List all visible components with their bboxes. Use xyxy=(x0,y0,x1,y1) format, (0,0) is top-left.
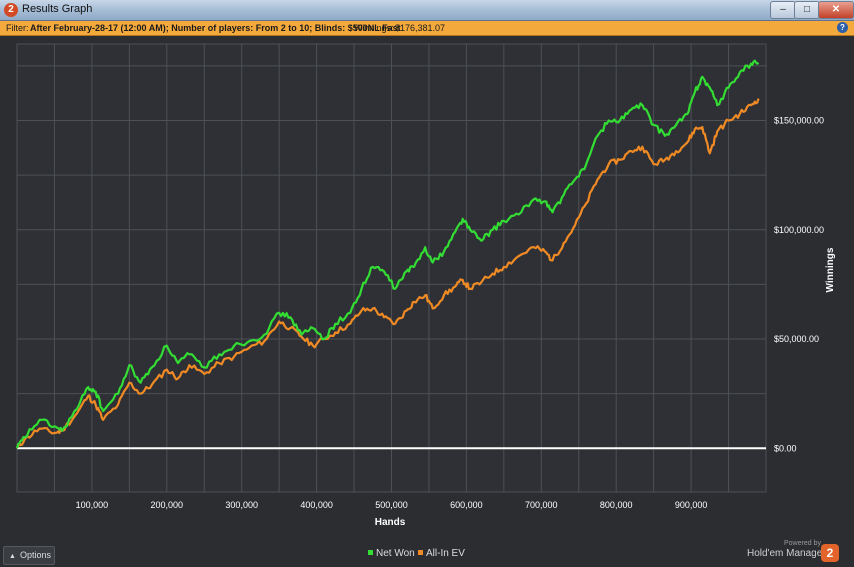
x-tick-label: 400,000 xyxy=(300,500,333,510)
x-tick-label: 600,000 xyxy=(450,500,483,510)
filter-description: After February-28-17 (12:00 AM); Number … xyxy=(30,23,401,33)
legend-label-net-won: Net Won xyxy=(376,548,415,559)
bottom-bar: ▲ Options Net Won All-In EV Powered by Ho… xyxy=(0,540,854,567)
maximize-button[interactable]: □ xyxy=(794,1,820,19)
grid-lines xyxy=(16,43,767,493)
legend-item-net-won[interactable]: Net Won xyxy=(368,548,415,559)
x-tick-label: 200,000 xyxy=(151,500,184,510)
window-title: Results Graph xyxy=(22,3,93,15)
x-tick-label: 900,000 xyxy=(675,500,708,510)
y-tick-label: $150,000.00 xyxy=(774,115,824,125)
winnings-value: $176,381.07 xyxy=(395,23,446,33)
minimize-button[interactable]: – xyxy=(770,1,796,19)
filter-bar: Filter: After February-28-17 (12:00 AM);… xyxy=(0,21,854,36)
x-tick-label: 300,000 xyxy=(225,500,258,510)
y-tick-label: $50,000.00 xyxy=(774,334,819,344)
y-tick-label: $100,000.00 xyxy=(774,225,824,235)
x-tick-label: 800,000 xyxy=(600,500,633,510)
x-tick-label: 100,000 xyxy=(76,500,109,510)
powered-by-text: Powered by xyxy=(784,540,821,547)
x-tick-label: 500,000 xyxy=(375,500,408,510)
y-tick-label: $0.00 xyxy=(774,443,797,453)
legend-item-all-in-ev[interactable]: All-In EV xyxy=(418,548,465,559)
y-axis-title: Winnings xyxy=(825,247,836,292)
x-axis-title: Hands xyxy=(375,517,406,528)
legend-swatch-all-in-ev xyxy=(418,550,423,555)
title-bar: 2 Results Graph – □ ✕ xyxy=(0,0,854,21)
app-logo-icon: 2 xyxy=(4,3,18,17)
close-button[interactable]: ✕ xyxy=(818,1,854,19)
options-label: Options xyxy=(19,550,51,560)
y-tick-labels: $0.00 $50,000.00 $100,000.00 $150,000.00 xyxy=(774,115,824,453)
brand-name: Hold'em Manager xyxy=(747,548,826,559)
winnings-label: Winnings: xyxy=(354,23,394,33)
legend-swatch-net-won xyxy=(368,550,373,555)
help-icon[interactable]: ? xyxy=(837,22,848,33)
options-button[interactable]: ▲ Options xyxy=(3,546,55,565)
filter-label: Filter: xyxy=(6,23,29,33)
legend-label-all-in-ev: All-In EV xyxy=(426,548,465,559)
results-chart: $0.00 $50,000.00 $100,000.00 $150,000.00 10… xyxy=(15,43,836,528)
caret-up-icon: ▲ xyxy=(9,553,16,560)
x-tick-label: 700,000 xyxy=(525,500,558,510)
brand-logo-icon: 2 xyxy=(821,544,839,562)
x-tick-labels: 100,000 200,000 300,000 400,000 500,000 600,0… xyxy=(76,500,708,510)
